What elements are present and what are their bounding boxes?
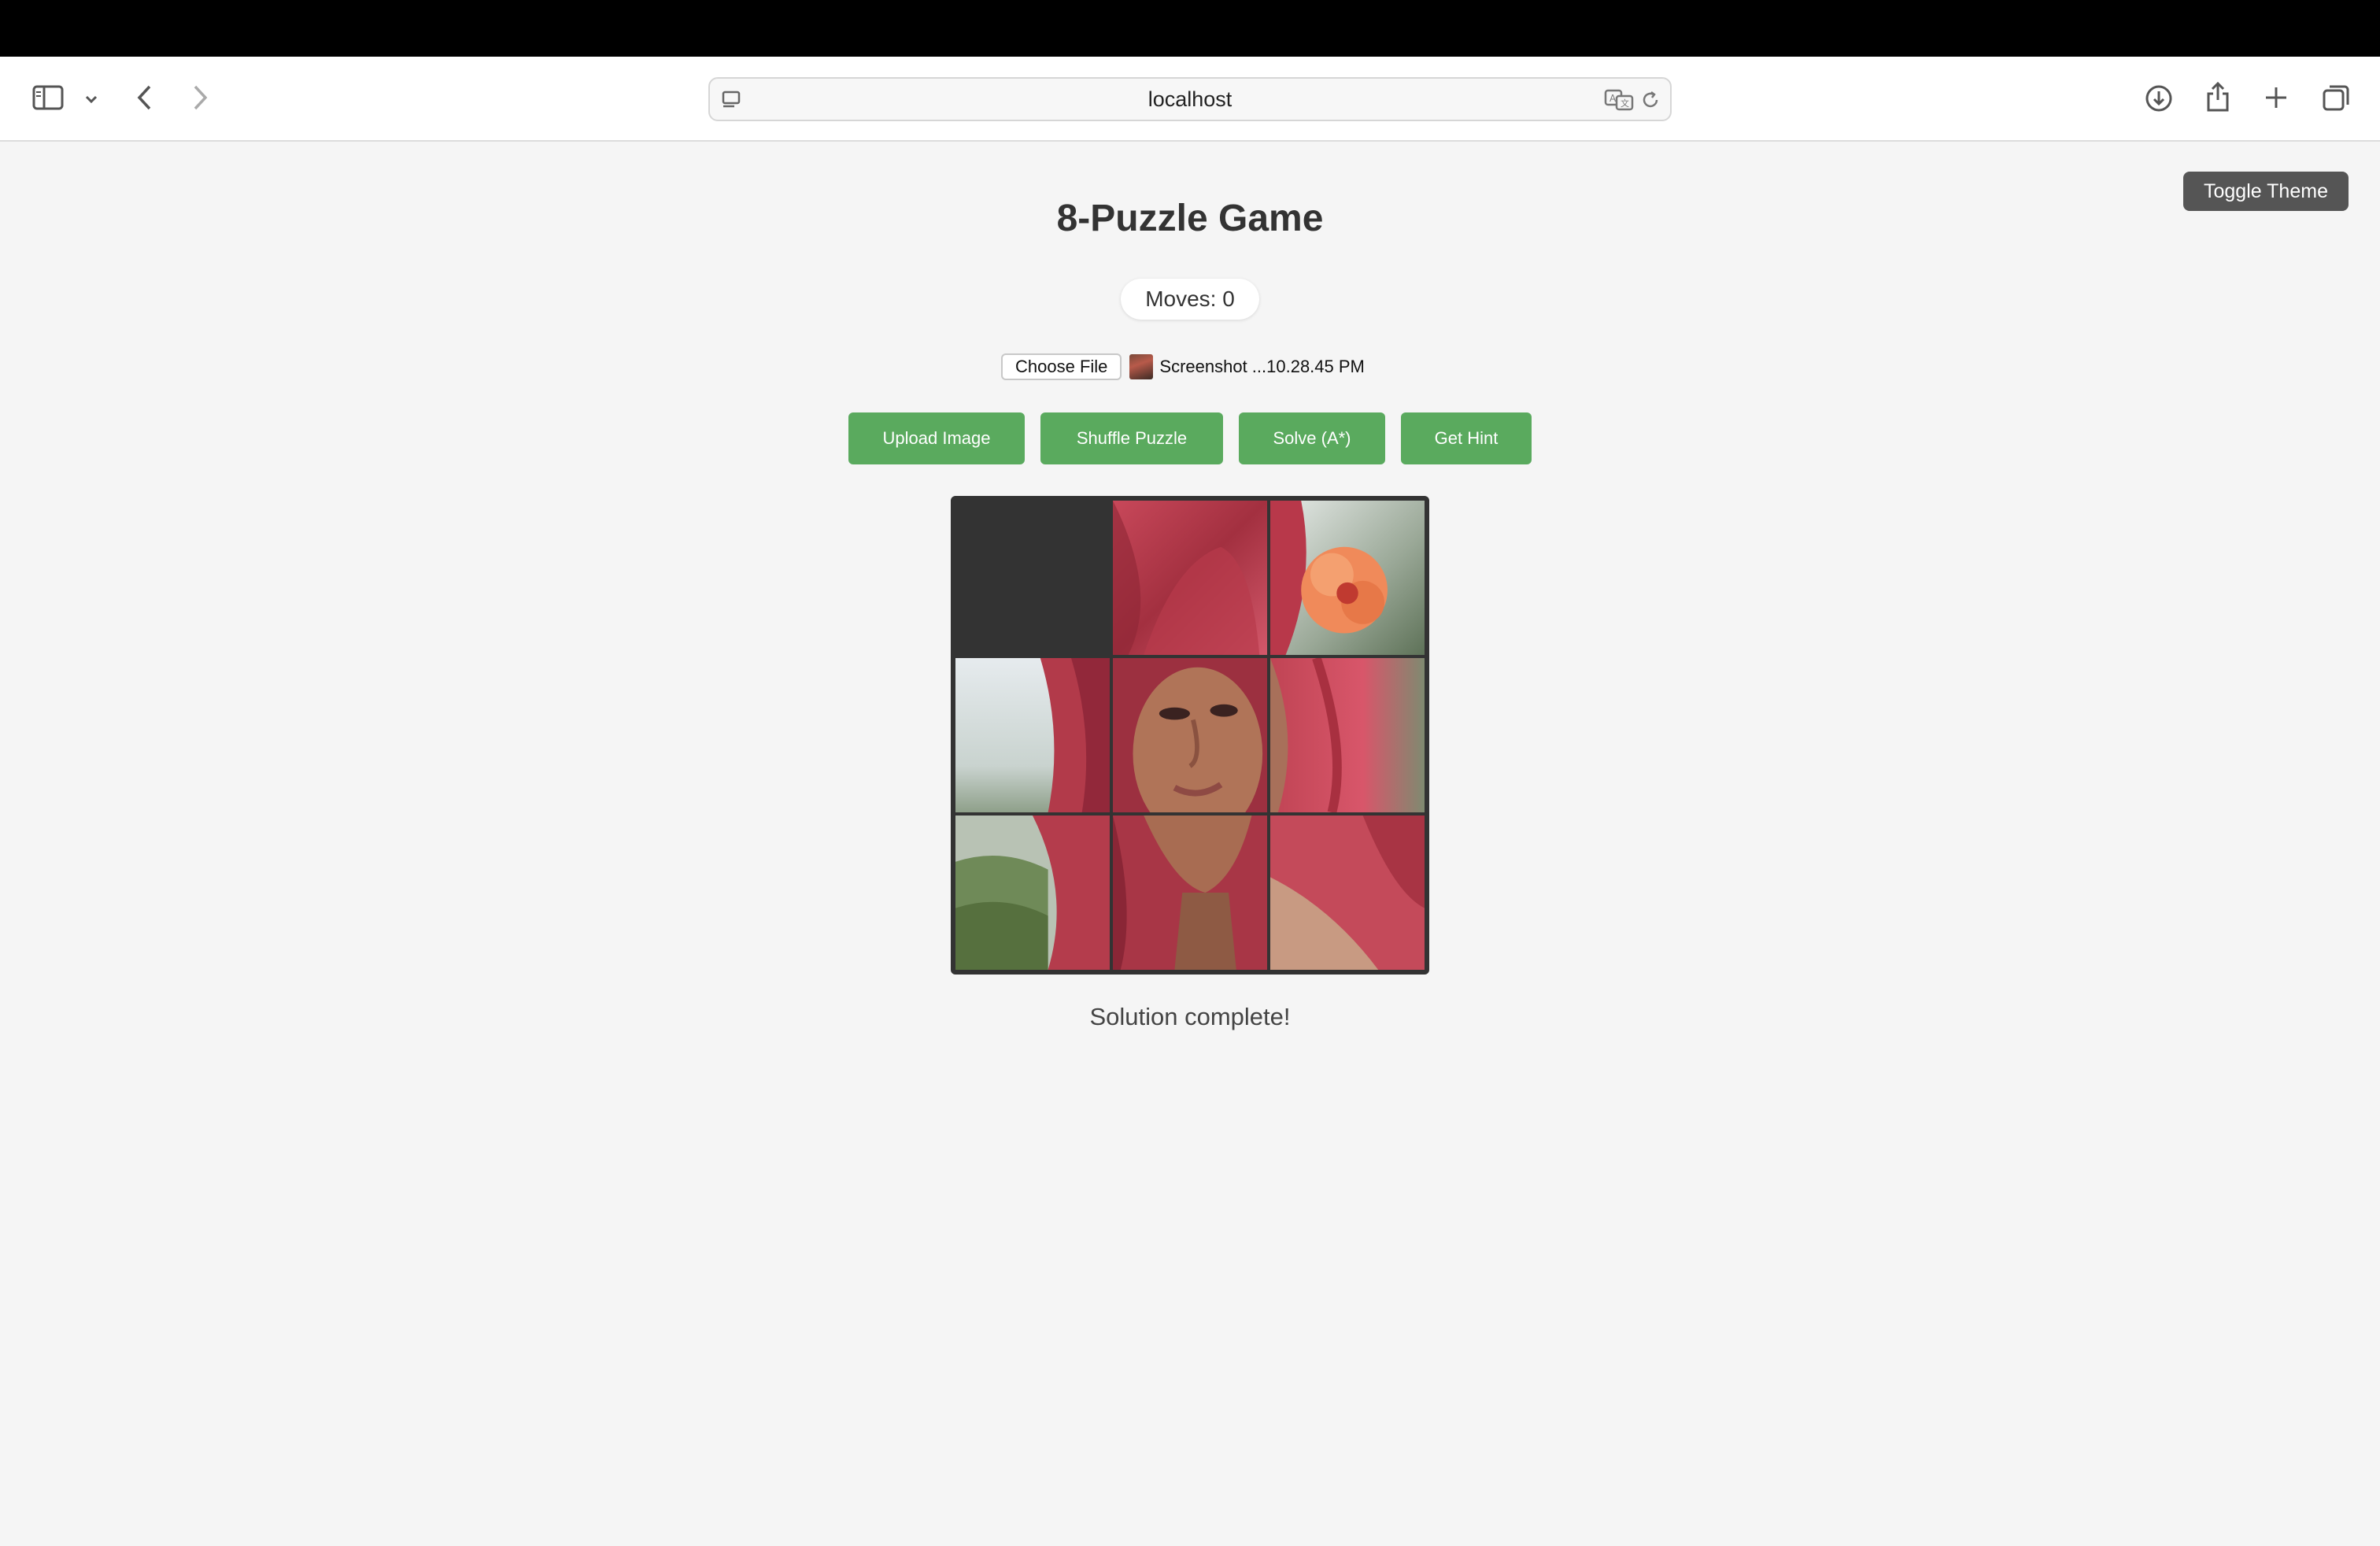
address-bar[interactable]: localhost A文 xyxy=(708,77,1672,121)
share-icon[interactable] xyxy=(2202,79,2234,115)
puzzle-tile[interactable] xyxy=(1113,658,1267,812)
downloads-icon[interactable] xyxy=(2142,82,2175,115)
shuffle-puzzle-button[interactable]: Shuffle Puzzle xyxy=(1040,412,1223,464)
puzzle-tile[interactable] xyxy=(1270,816,1425,970)
translate-icon[interactable]: A文 xyxy=(1604,87,1635,113)
choose-file-button[interactable]: Choose File xyxy=(1001,353,1122,380)
page-title: 8-Puzzle Game xyxy=(1056,198,1324,239)
browser-toolbar: localhost A文 xyxy=(0,57,2380,142)
svg-text:A: A xyxy=(1609,93,1617,104)
forward-arrow-icon[interactable] xyxy=(187,82,213,113)
hint-button[interactable]: Get Hint xyxy=(1401,412,1532,464)
puzzle-tile[interactable] xyxy=(1270,658,1425,812)
puzzle-tile-empty[interactable] xyxy=(955,501,1110,655)
tab-overview-icon[interactable] xyxy=(2320,82,2352,113)
puzzle-board xyxy=(951,496,1429,975)
chevron-down-icon[interactable] xyxy=(82,90,101,109)
status-message: Solution complete! xyxy=(1089,1003,1291,1030)
back-arrow-icon[interactable] xyxy=(132,82,157,113)
new-tab-plus-icon[interactable] xyxy=(2260,82,2292,113)
puzzle-tile[interactable] xyxy=(1270,501,1425,655)
puzzle-tile[interactable] xyxy=(1113,501,1267,655)
reload-icon[interactable] xyxy=(1639,88,1662,112)
moves-counter: Moves: 0 xyxy=(1121,279,1259,320)
upload-image-button[interactable]: Upload Image xyxy=(848,412,1025,464)
svg-text:文: 文 xyxy=(1621,98,1629,109)
puzzle-tile[interactable] xyxy=(955,658,1110,812)
action-buttons: Upload Image Shuffle Puzzle Solve (A*) G… xyxy=(848,412,1532,464)
puzzle-tile[interactable] xyxy=(955,816,1110,970)
puzzle-tile[interactable] xyxy=(1113,816,1267,970)
file-input[interactable]: Choose File Screenshot ...10.28.45 PM xyxy=(1001,353,1365,381)
url-text: localhost xyxy=(1148,87,1232,111)
selected-file-name: Screenshot ...10.28.45 PM xyxy=(1159,357,1365,376)
solve-button[interactable]: Solve (A*) xyxy=(1239,412,1385,464)
sidebar-toggle-icon[interactable] xyxy=(30,82,66,113)
file-thumbnail xyxy=(1129,354,1154,379)
screen-top-bar xyxy=(0,0,2380,57)
